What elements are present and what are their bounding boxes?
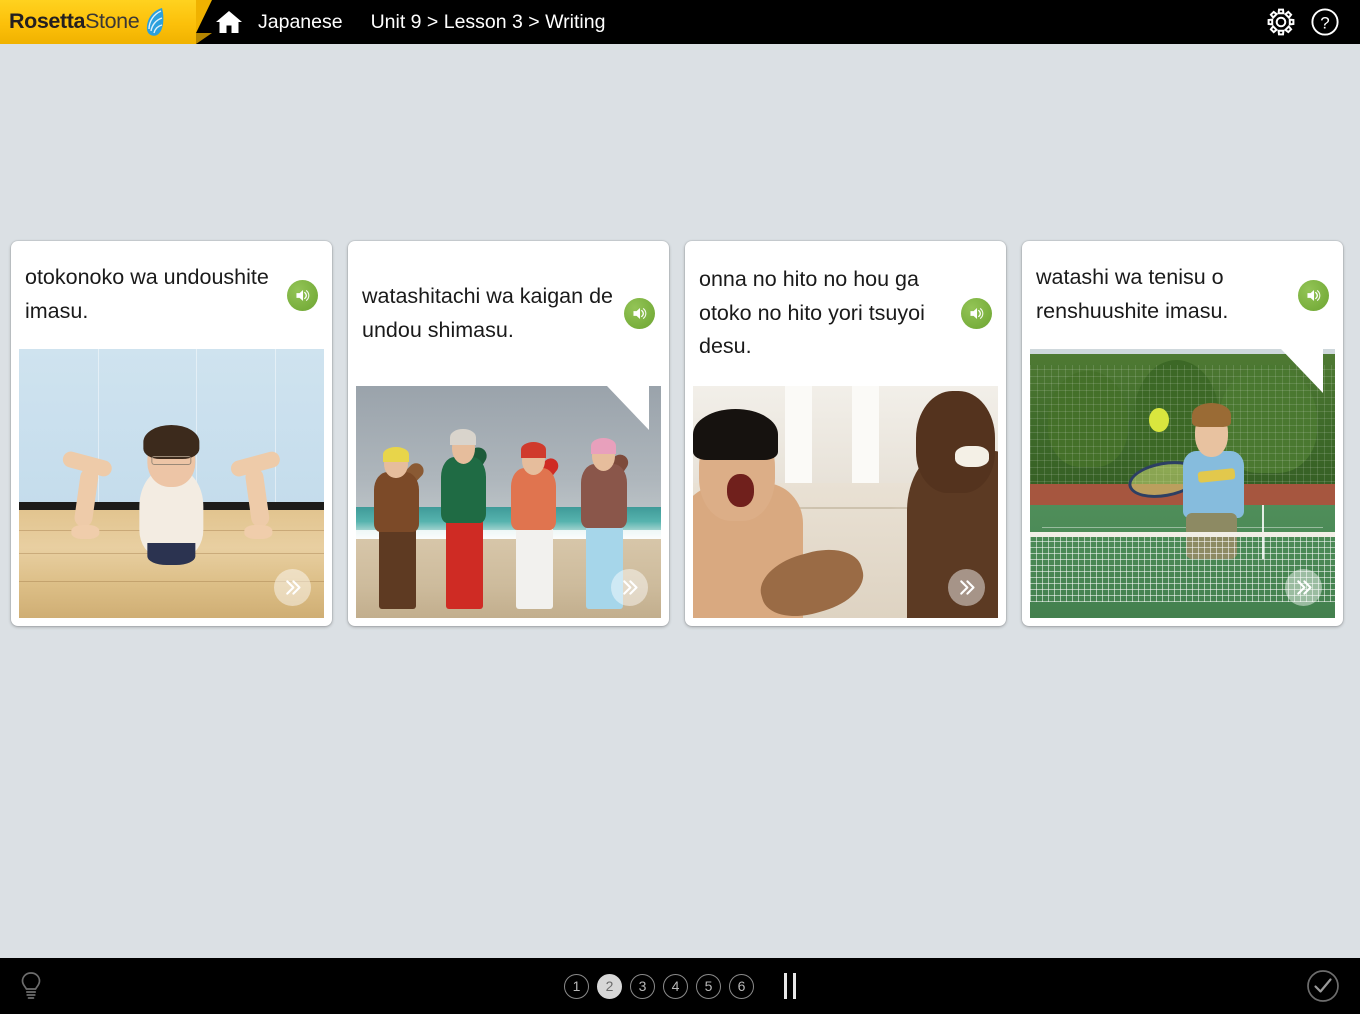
- logo-wordmark: RosettaStone: [9, 9, 140, 34]
- phrase-text-area: otokonoko wa undoushite imasu.: [11, 241, 332, 349]
- phrase-text-area: watashi wa tenisu o renshuushite imasu.: [1022, 241, 1343, 349]
- nav-language-label[interactable]: Japanese: [258, 11, 343, 34]
- speaker-icon[interactable]: [961, 298, 992, 329]
- checkmark-circle-icon[interactable]: [1306, 969, 1340, 1003]
- phrase-text: otokonoko wa undoushite imasu.: [25, 265, 269, 323]
- page-button-6[interactable]: 6: [729, 973, 754, 999]
- phrase-text-area: onna no hito no hou ga otoko no hito yor…: [685, 241, 1006, 386]
- next-card-button[interactable]: [1285, 569, 1322, 606]
- page-indicator: 1 2 3 4 5 6: [564, 973, 796, 999]
- breadcrumb[interactable]: Unit 9 > Lesson 3 > Writing: [371, 11, 606, 34]
- bottom-toolbar: 1 2 3 4 5 6: [0, 958, 1360, 1014]
- page-button-1[interactable]: 1: [564, 973, 589, 999]
- speaker-icon[interactable]: [1298, 279, 1329, 311]
- phrase-text: onna no hito no hou ga otoko no hito yor…: [699, 266, 925, 359]
- phrase-text-area: watashitachi wa kaigan de undou shimasu.: [348, 241, 669, 386]
- svg-text:?: ?: [1320, 14, 1329, 33]
- phrase-card[interactable]: onna no hito no hou ga otoko no hito yor…: [685, 241, 1006, 626]
- phrase-text: watashitachi wa kaigan de undou shimasu.: [362, 283, 613, 342]
- page-button-4[interactable]: 4: [663, 973, 688, 999]
- question-mark-icon[interactable]: ?: [1310, 7, 1340, 37]
- phrase-image: [1030, 349, 1335, 618]
- next-card-button[interactable]: [274, 569, 311, 606]
- rosetta-stone-logo[interactable]: RosettaStone: [0, 0, 212, 44]
- page-button-3[interactable]: 3: [630, 973, 655, 999]
- next-card-button[interactable]: [611, 569, 648, 606]
- phrase-text: watashi wa tenisu o renshuushite imasu.: [1036, 265, 1229, 323]
- speaker-icon[interactable]: [287, 279, 318, 311]
- phrase-image: [19, 349, 324, 618]
- page-button-2[interactable]: 2: [597, 973, 622, 999]
- phrase-card-row: otokonoko wa undoushite imasu. watashita…: [11, 241, 1349, 626]
- home-icon[interactable]: [214, 8, 244, 36]
- phrase-card[interactable]: otokonoko wa undoushite imasu.: [11, 241, 332, 626]
- phrase-card[interactable]: watashi wa tenisu o renshuushite imasu.: [1022, 241, 1343, 626]
- logo-text-rosetta: Rosetta: [9, 9, 86, 34]
- next-card-button[interactable]: [948, 569, 985, 606]
- speaker-icon[interactable]: [624, 298, 655, 329]
- rosetta-stone-leaf-icon: [144, 7, 166, 37]
- gear-icon[interactable]: [1266, 7, 1296, 37]
- top-bar-actions: ?: [1266, 7, 1360, 37]
- page-button-5[interactable]: 5: [696, 973, 721, 999]
- top-navigation-bar: RosettaStone Japanese Unit 9 > Lesson 3 …: [0, 0, 1360, 44]
- logo-text-stone: Stone: [85, 9, 140, 34]
- pause-bars-icon[interactable]: [784, 973, 796, 999]
- phrase-image: [356, 386, 661, 618]
- phrase-card[interactable]: watashitachi wa kaigan de undou shimasu.: [348, 241, 669, 626]
- lightbulb-icon[interactable]: [18, 970, 44, 1002]
- phrase-image: [693, 386, 998, 618]
